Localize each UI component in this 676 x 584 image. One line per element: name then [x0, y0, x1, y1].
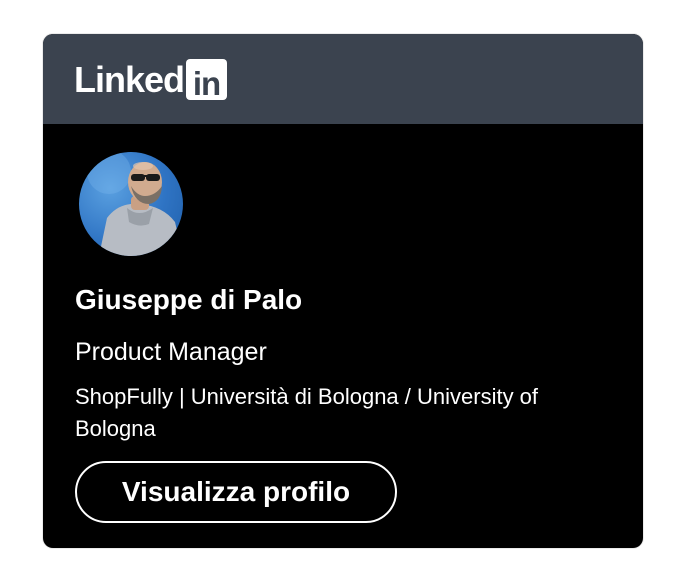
profile-company: ShopFully | Università di Bologna / Univ… — [75, 384, 539, 441]
profile-headline: Product Manager — [75, 338, 267, 366]
linkedin-in-icon: in — [186, 59, 228, 102]
view-profile-button[interactable]: Visualizza profilo — [75, 461, 397, 523]
avatar[interactable] — [79, 152, 183, 256]
linkedin-logo[interactable]: Linked in — [74, 59, 228, 102]
linkedin-profile-badge: Linked in Giuseppe di Palo Product Manag… — [43, 34, 643, 548]
badge-header: Linked in — [43, 34, 643, 124]
linkedin-wordmark: Linked — [74, 59, 185, 100]
profile-photo-icon — [87, 152, 183, 256]
profile-name[interactable]: Giuseppe di Palo — [75, 284, 302, 316]
